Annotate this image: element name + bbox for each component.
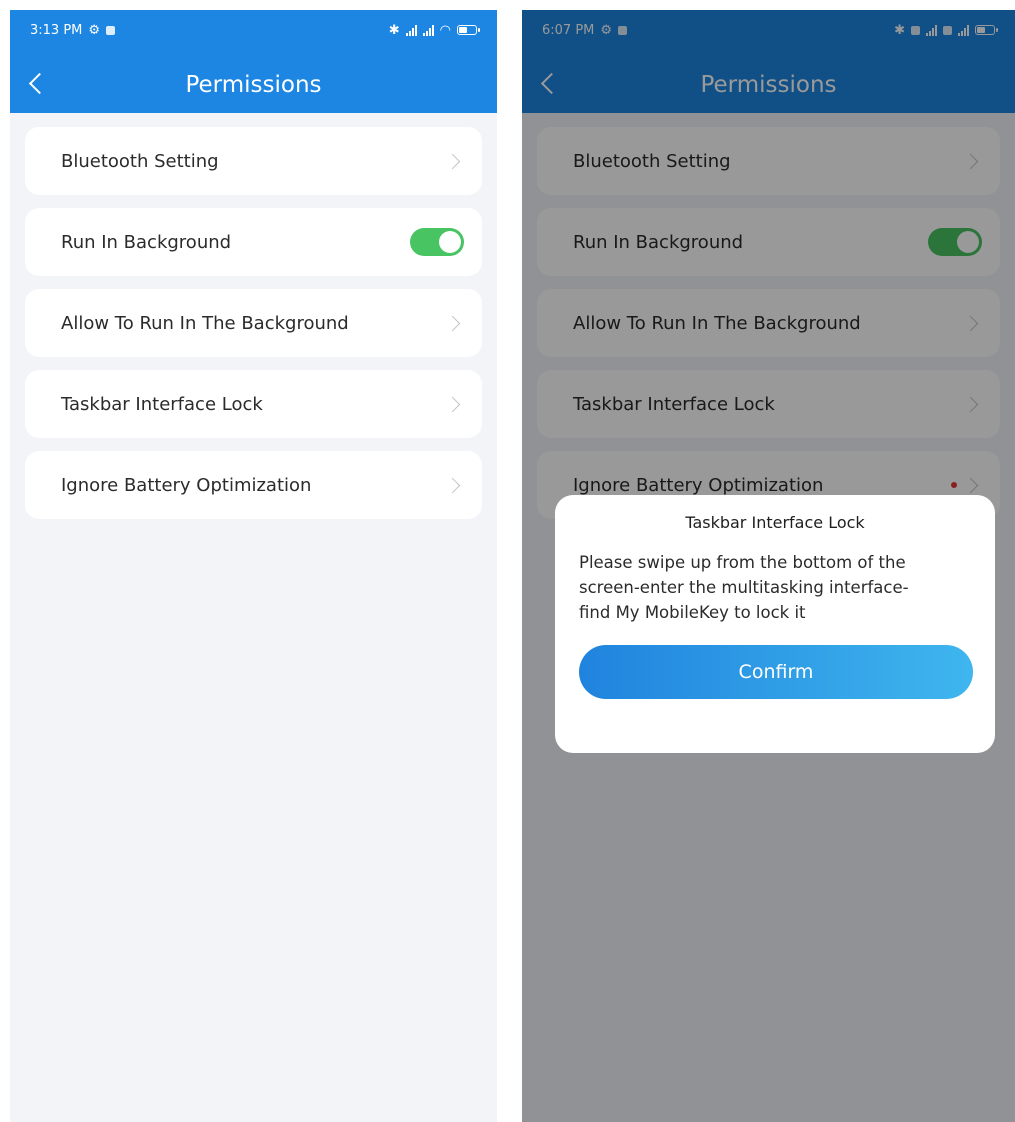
run-in-background-toggle[interactable] bbox=[410, 228, 464, 256]
confirm-button[interactable]: Confirm bbox=[579, 645, 973, 699]
status-time: 3:13 PM bbox=[30, 22, 83, 38]
permissions-list: Bluetooth Setting Run In Background Allo… bbox=[10, 113, 497, 519]
list-item-label: Allow To Run In The Background bbox=[61, 312, 349, 334]
chevron-right-icon bbox=[444, 477, 461, 493]
list-item-taskbar-interface-lock[interactable]: Taskbar Interface Lock bbox=[25, 370, 482, 438]
settings-status-icon: ⚙ bbox=[88, 22, 101, 38]
battery-icon bbox=[457, 25, 480, 35]
signal-icon-2 bbox=[422, 24, 434, 36]
chevron-right-icon bbox=[444, 153, 461, 169]
toggle-knob bbox=[439, 231, 461, 253]
signal-icon bbox=[405, 24, 417, 36]
list-item-run-in-background: Run In Background bbox=[25, 208, 482, 276]
permissions-screen-left: 3:13 PM ⚙ ✱ ◠ Permissions Bluetooth Sett… bbox=[10, 10, 497, 1122]
page-title: Permissions bbox=[185, 72, 322, 98]
status-bar: 3:13 PM ⚙ ✱ ◠ bbox=[10, 10, 497, 50]
list-item-allow-run-background[interactable]: Allow To Run In The Background bbox=[25, 289, 482, 357]
dialog-title: Taskbar Interface Lock bbox=[685, 513, 865, 532]
permissions-screen-right: 6:07 PM ⚙ ✱ Permissions Bluetooth Settin… bbox=[522, 10, 1015, 1122]
dialog-message: Please swipe up from the bottom of the s… bbox=[579, 553, 909, 622]
list-item-label: Bluetooth Setting bbox=[61, 150, 219, 172]
list-item-ignore-battery-optimization[interactable]: Ignore Battery Optimization bbox=[25, 451, 482, 519]
chevron-right-icon bbox=[444, 315, 461, 331]
bluetooth-icon: ✱ bbox=[388, 22, 400, 38]
app-bar: 3:13 PM ⚙ ✱ ◠ Permissions bbox=[10, 10, 497, 113]
list-item-label: Ignore Battery Optimization bbox=[61, 474, 312, 496]
chevron-right-icon bbox=[444, 396, 461, 412]
wifi-icon: ◠ bbox=[439, 22, 451, 38]
list-item-label: Run In Background bbox=[61, 231, 232, 253]
taskbar-lock-dialog: Taskbar Interface Lock Please swipe up f… bbox=[555, 495, 995, 753]
list-item-label: Taskbar Interface Lock bbox=[61, 393, 263, 415]
notification-icon bbox=[106, 25, 116, 35]
list-item-bluetooth-setting[interactable]: Bluetooth Setting bbox=[25, 127, 482, 195]
